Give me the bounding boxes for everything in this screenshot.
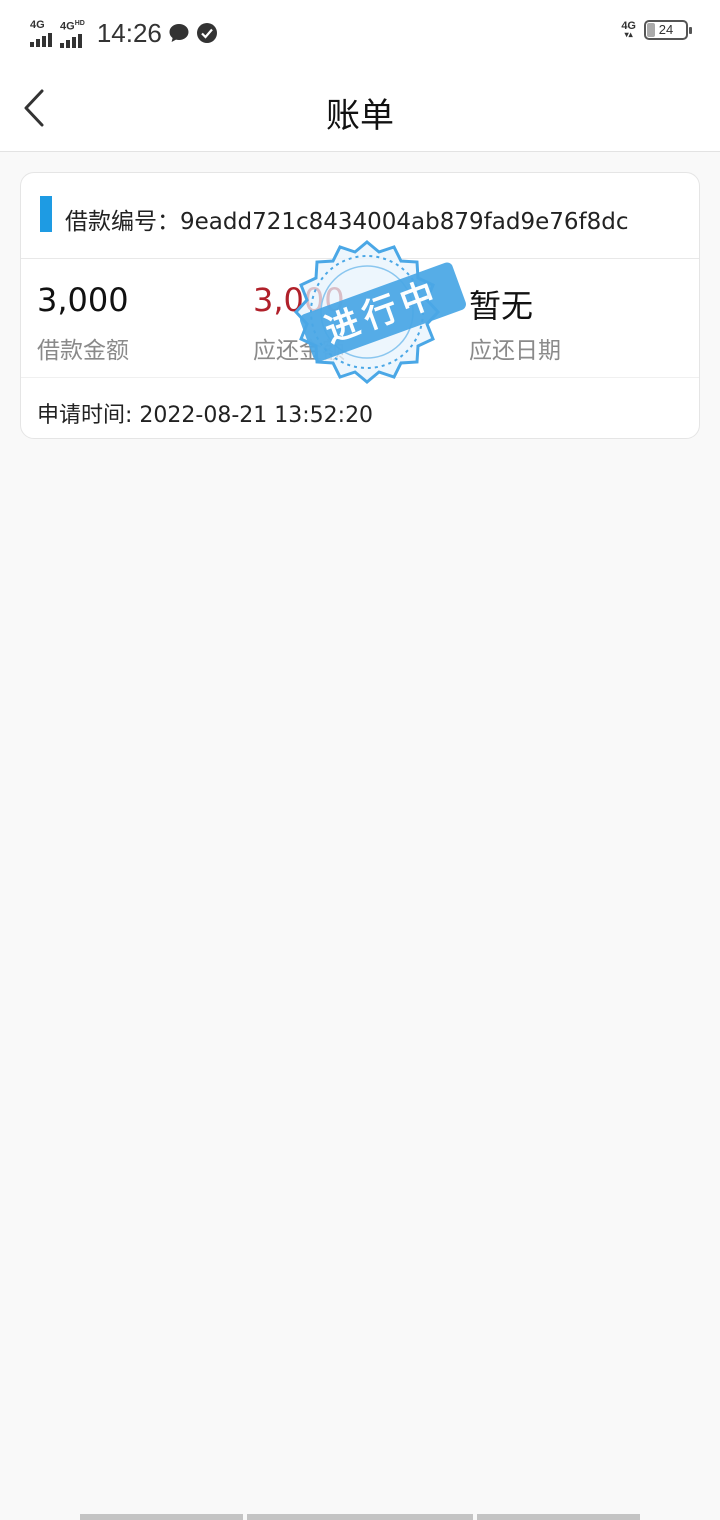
battery-level: 24 — [658, 22, 674, 37]
battery-icon: 24 — [644, 20, 692, 40]
network-label-2: 4G — [60, 20, 75, 33]
nav-indicator-left[interactable] — [80, 1514, 243, 1520]
network-indicator-right: 4G ▾▴ — [621, 20, 636, 39]
stats-row: 3,000 借款金额 3,000 应还金额 暂无 应还日期 — [21, 259, 699, 378]
network-hd-label: HD — [74, 19, 85, 27]
network-indicator-1: 4G — [30, 18, 52, 47]
amount-due-value: 3,000 — [253, 281, 345, 319]
signal-bars-icon — [30, 32, 52, 47]
apply-time: 申请时间: 2022-08-21 13:52:20 — [37, 403, 374, 428]
network-indicator-2: 4GHD — [60, 18, 85, 49]
status-bar: 4G 4GHD 14:26 4G ▾▴ 24 — [0, 0, 720, 66]
loan-amount-label: 借款金额 — [37, 338, 129, 364]
data-arrows-icon: ▾▴ — [624, 30, 633, 39]
page-title: 账单 — [326, 96, 394, 136]
nav-indicator-right[interactable] — [477, 1514, 640, 1520]
check-circle-icon — [196, 23, 217, 43]
amount-due-label: 应还金额 — [253, 338, 345, 364]
status-right: 4G ▾▴ 24 — [621, 20, 692, 40]
loan-amount-value: 3,000 — [37, 281, 129, 319]
chat-bubble-icon — [169, 24, 189, 42]
accent-bar — [40, 196, 52, 232]
network-label-1: 4G — [30, 18, 45, 31]
bill-card[interactable]: 借款编号：9eadd721c8434004ab879fad9e76f8dc 3,… — [20, 172, 700, 439]
nav-indicator-center[interactable] — [247, 1514, 473, 1520]
due-date-value: 暂无 — [469, 287, 534, 325]
status-left: 4G 4GHD 14:26 — [30, 14, 218, 52]
loan-id: 借款编号：9eadd721c8434004ab879fad9e76f8dc — [65, 209, 629, 235]
due-date-label: 应还日期 — [469, 338, 561, 364]
card-header: 借款编号：9eadd721c8434004ab879fad9e76f8dc — [21, 173, 699, 259]
status-time: 14:26 — [96, 17, 162, 48]
header: 账单 — [0, 66, 720, 152]
signal-bars-icon — [60, 34, 82, 49]
